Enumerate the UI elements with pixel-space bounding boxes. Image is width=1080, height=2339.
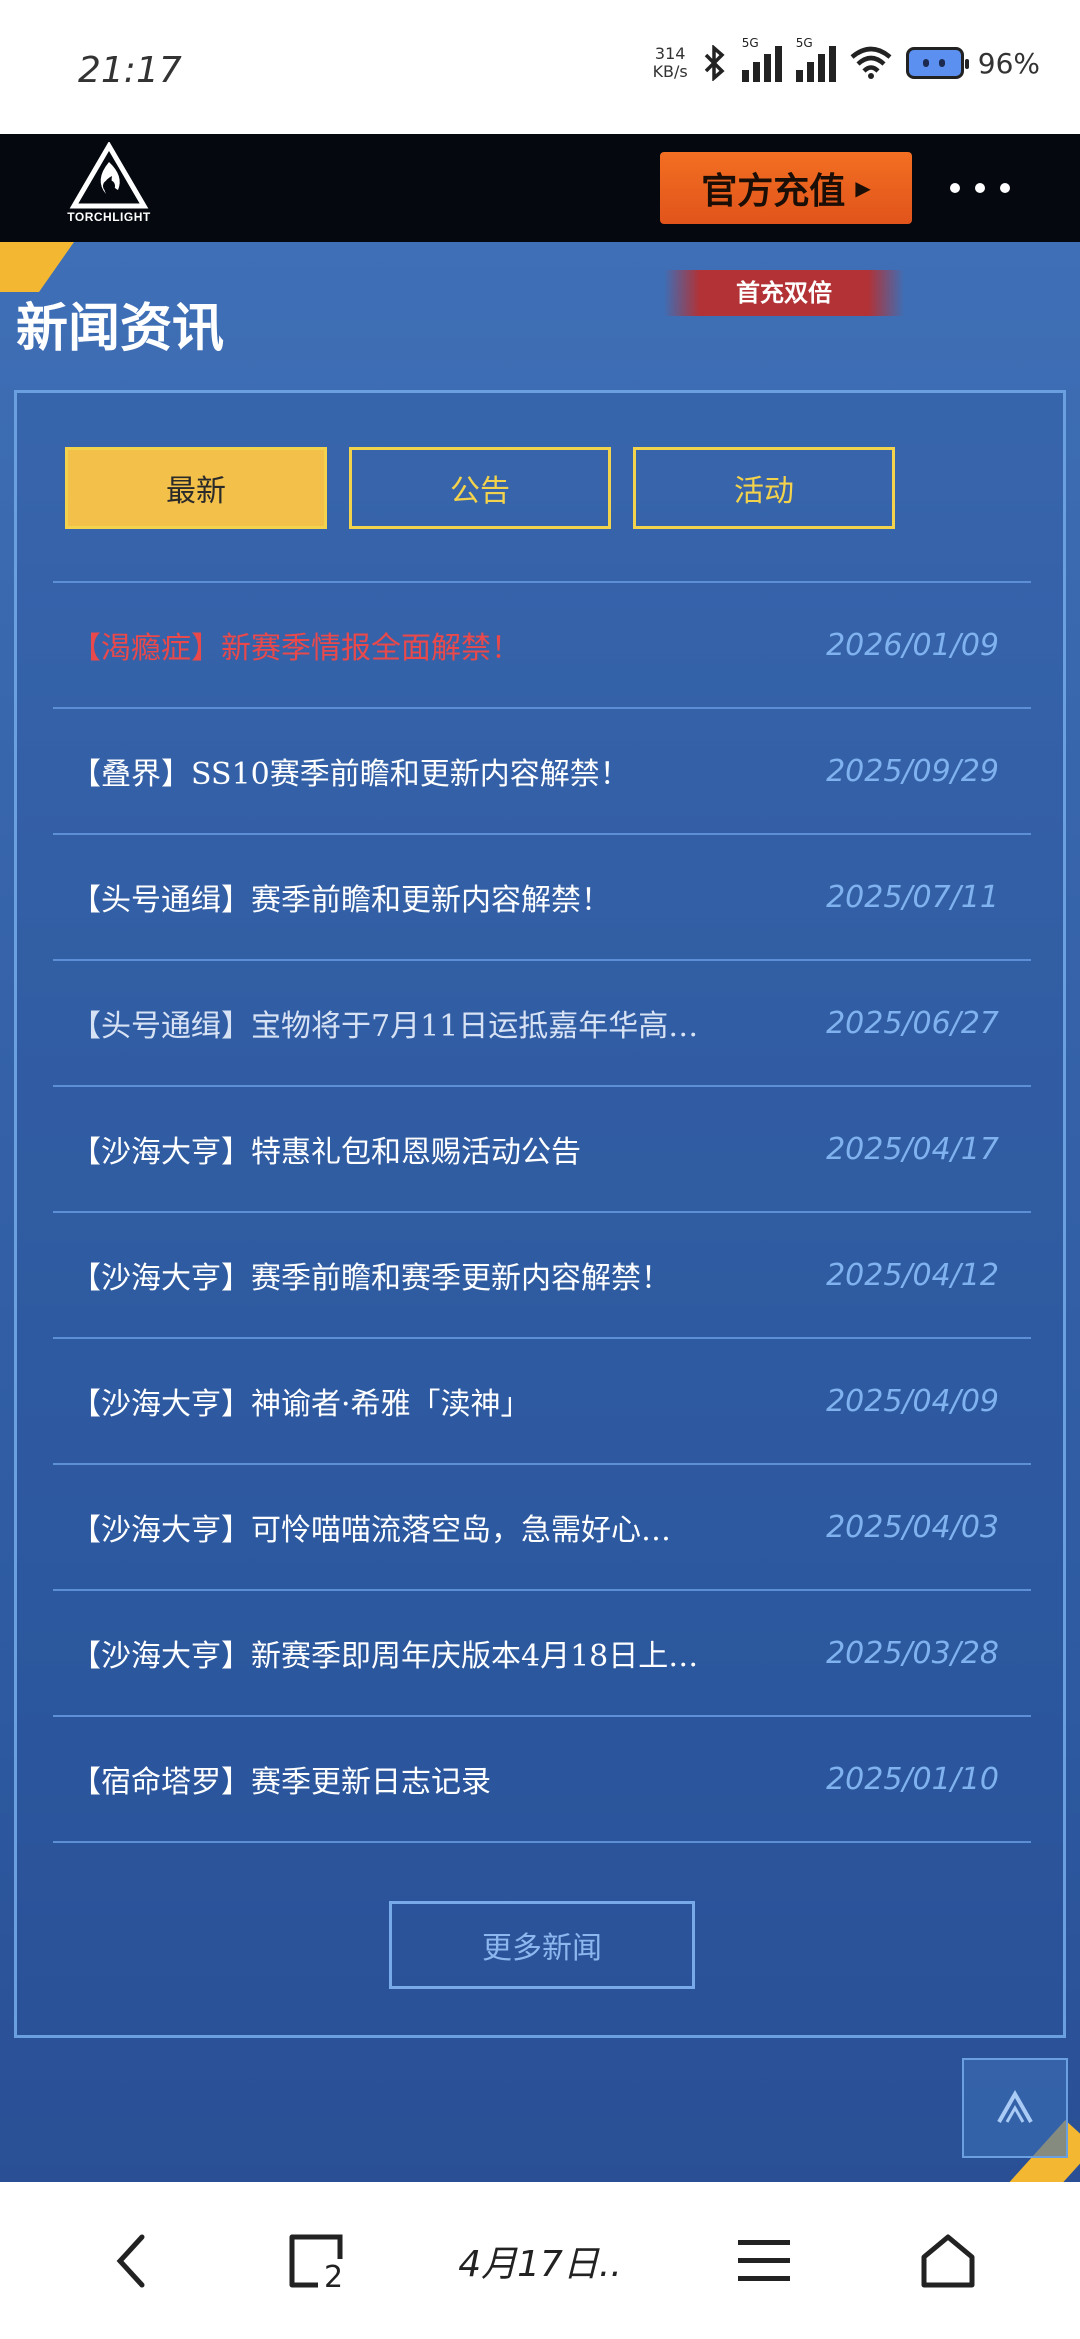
news-title: 【沙海大亨】神谕者·希雅「渎神」 xyxy=(71,1387,531,1422)
news-item[interactable]: 【沙海大亨】特惠礼包和恩赐活动公告 2025/04/17 xyxy=(53,1087,1031,1213)
news-title: 【头号通缉】赛季前瞻和更新内容解禁！ xyxy=(71,883,611,918)
date-label: 4月17日.. xyxy=(458,2243,622,2285)
tabs-icon: 2 xyxy=(289,2234,343,2291)
news-date: 2025/04/03 xyxy=(826,1509,999,1545)
official-recharge-button[interactable]: 官方充值 ▶ xyxy=(660,152,912,224)
news-date: 2025/07/11 xyxy=(826,879,999,915)
more-menu-button[interactable] xyxy=(950,164,1010,212)
signal-icon-2: 5G xyxy=(795,36,836,82)
hamburger-menu-icon xyxy=(738,2239,790,2281)
news-date: 2025/03/28 xyxy=(826,1635,999,1671)
battery-icon xyxy=(905,47,969,79)
net-speed-unit: KB/s xyxy=(652,62,688,81)
dot-icon xyxy=(1000,183,1010,193)
net-speed: 314 KB/s xyxy=(653,45,688,81)
more-news-button[interactable]: 更多新闻 xyxy=(389,1901,695,1989)
signal-tag: 5G xyxy=(741,36,759,50)
signal-tag-2: 5G xyxy=(795,36,813,50)
wifi-icon xyxy=(850,46,892,79)
news-panel: 最新 公告 活动 【渴瘾症】新赛季情报全面解禁！ 2026/01/09 【叠界】… xyxy=(14,390,1066,2038)
news-item[interactable]: 【沙海大亨】赛季前瞻和赛季更新内容解禁！ 2025/04/12 xyxy=(53,1213,1031,1339)
news-item[interactable]: 【渴瘾症】新赛季情报全面解禁！ 2026/01/09 xyxy=(53,583,1031,709)
news-title: 【叠界】SS10赛季前瞻和更新内容解禁！ xyxy=(71,757,630,792)
news-date: 2025/06/27 xyxy=(826,1005,999,1041)
torchlight-logo[interactable]: TORCHLIGHT xyxy=(54,141,164,234)
first-charge-badge[interactable]: 首充双倍 xyxy=(664,270,904,316)
chevron-left-icon xyxy=(116,2234,145,2287)
net-speed-value: 314 xyxy=(654,44,686,63)
news-title: 【沙海大亨】可怜喵喵流落空岛，急需好心… xyxy=(71,1513,671,1548)
recharge-label: 官方充值 xyxy=(701,171,846,212)
back-to-top-button[interactable] xyxy=(962,2058,1068,2158)
news-title: 【沙海大亨】特惠礼包和恩赐活动公告 xyxy=(71,1135,581,1170)
news-title: 【沙海大亨】赛季前瞻和赛季更新内容解禁！ xyxy=(71,1261,671,1296)
tab-latest[interactable]: 最新 xyxy=(65,447,327,529)
news-date: 2025/04/09 xyxy=(826,1383,999,1419)
news-list: 【渴瘾症】新赛季情报全面解禁！ 2026/01/09 【叠界】SS10赛季前瞻和… xyxy=(53,581,1031,1843)
home-icon xyxy=(921,2234,975,2287)
bluetooth-icon xyxy=(704,45,725,81)
arrow-up-icon xyxy=(997,2089,1033,2123)
back-button[interactable] xyxy=(72,2211,192,2311)
tabs-button[interactable]: 2 xyxy=(256,2211,376,2311)
news-item[interactable]: 【头号通缉】宝物将于7月11日运抵嘉年华高… 2025/06/27 xyxy=(53,961,1031,1087)
news-title: 【渴瘾症】新赛季情报全面解禁！ xyxy=(71,631,521,666)
news-tabs: 最新 公告 活动 xyxy=(65,447,895,529)
date-shortcut[interactable]: 4月17日.. xyxy=(440,2211,640,2311)
logo-text: TORCHLIGHT xyxy=(67,210,151,224)
news-title: 【宿命塔罗】赛季更新日志记录 xyxy=(71,1765,491,1800)
torchlight-emblem-icon xyxy=(69,141,149,209)
menu-button[interactable] xyxy=(704,2211,824,2311)
news-title: 【沙海大亨】新赛季即周年庆版本4月18日上… xyxy=(71,1639,699,1674)
clock: 21:17 xyxy=(78,50,182,91)
caret-right-icon: ▶ xyxy=(855,176,871,200)
dot-icon xyxy=(950,183,960,193)
news-item[interactable]: 【沙海大亨】可怜喵喵流落空岛，急需好心… 2025/04/03 xyxy=(53,1465,1031,1591)
dot-icon xyxy=(975,183,985,193)
news-item[interactable]: 【沙海大亨】新赛季即周年庆版本4月18日上… 2025/03/28 xyxy=(53,1591,1031,1717)
news-date: 2025/04/17 xyxy=(826,1131,999,1167)
news-date: 2026/01/09 xyxy=(826,627,999,663)
section-title: 新闻资讯 xyxy=(16,298,225,359)
battery-percent: 96% xyxy=(977,46,1040,80)
news-date: 2025/01/10 xyxy=(826,1761,999,1797)
signal-icon: 5G xyxy=(741,36,782,82)
browser-bottom-nav: 2 4月17日.. xyxy=(0,2182,1080,2339)
news-section: 首充双倍 新闻资讯 最新 公告 活动 【渴瘾症】新赛季情报全面解禁！ 2026/… xyxy=(0,242,1080,2182)
news-title: 【头号通缉】宝物将于7月11日运抵嘉年华高… xyxy=(71,1009,699,1044)
news-date: 2025/04/12 xyxy=(826,1257,999,1293)
tab-announcement[interactable]: 公告 xyxy=(349,447,611,529)
news-item[interactable]: 【宿命塔罗】赛季更新日志记录 2025/01/10 xyxy=(53,1717,1031,1843)
tab-events[interactable]: 活动 xyxy=(633,447,895,529)
tab-count: 2 xyxy=(324,2260,343,2291)
news-item[interactable]: 【沙海大亨】神谕者·希雅「渎神」 2025/04/09 xyxy=(53,1339,1031,1465)
site-header: TORCHLIGHT 官方充值 ▶ xyxy=(0,134,1080,242)
status-icons: 314 KB/s 5G 5G 96% xyxy=(653,36,1040,82)
news-item[interactable]: 【头号通缉】赛季前瞻和更新内容解禁！ 2025/07/11 xyxy=(53,835,1031,961)
news-date: 2025/09/29 xyxy=(826,753,999,789)
news-item[interactable]: 【叠界】SS10赛季前瞻和更新内容解禁！ 2025/09/29 xyxy=(53,709,1031,835)
status-bar: 21:17 314 KB/s 5G 5G 96% xyxy=(0,0,1080,134)
home-button[interactable] xyxy=(888,2211,1008,2311)
corner-decoration xyxy=(0,242,82,292)
